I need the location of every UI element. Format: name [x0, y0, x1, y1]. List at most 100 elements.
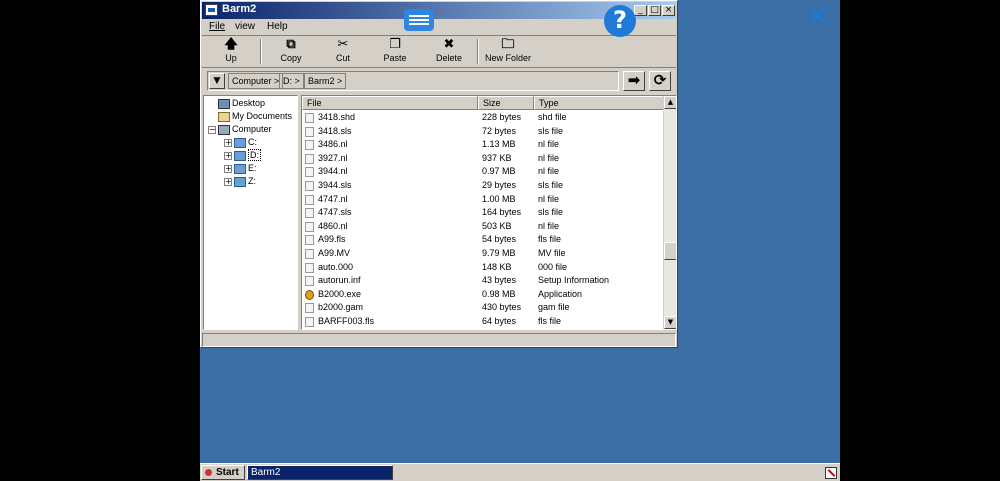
- refresh-icon[interactable]: ⟳: [649, 71, 671, 91]
- table-row[interactable]: 3927.nl 937 KB nl file: [302, 152, 664, 166]
- address-dropdown-icon[interactable]: ▼: [209, 73, 225, 89]
- drive-folder-icon: [234, 163, 246, 174]
- new-folder-button[interactable]: 🗀 New Folder: [480, 36, 536, 66]
- minimize-button[interactable]: _: [634, 5, 647, 16]
- file-rows: 3418.shd 228 bytes shd file 3418.sls 72 byte…: [302, 111, 664, 329]
- table-row[interactable]: 3418.sls 72 bytes sls file: [302, 125, 664, 139]
- expand-icon[interactable]: +: [224, 139, 232, 147]
- column-header-type[interactable]: Type: [534, 96, 664, 110]
- column-header-file[interactable]: File: [302, 96, 478, 110]
- file-size: 64 bytes: [482, 315, 517, 326]
- file-icon: [305, 221, 314, 232]
- tree-item-computer[interactable]: Computer: [218, 123, 272, 136]
- address-bar[interactable]: ▼ Computer > D: > Barm2 >: [207, 71, 619, 91]
- delete-x-icon: ✖: [443, 37, 455, 52]
- tree-item-my-documents[interactable]: My Documents: [218, 110, 292, 123]
- file-icon: [305, 167, 314, 178]
- copy-button[interactable]: ⧉ Copy: [262, 36, 320, 66]
- table-row[interactable]: b2000.gam 430 bytes gam file: [302, 301, 664, 315]
- file-name: 4860.nl: [318, 220, 348, 231]
- table-row[interactable]: 3944.nl 0.97 MB nl file: [302, 165, 664, 179]
- file-explorer-window: Barm2 _ □ × File view Help 🡅 Up ⧉ Copy ✂…: [200, 0, 678, 348]
- file-size: 54 bytes: [482, 234, 517, 245]
- tree-item-drive-e[interactable]: E:: [234, 162, 257, 175]
- drive-folder-icon: [234, 150, 246, 161]
- table-row[interactable]: 3486.nl 1.13 MB nl file: [302, 138, 664, 152]
- column-header-size[interactable]: Size: [478, 96, 534, 110]
- file-size: 937 KB: [482, 152, 512, 163]
- maximize-button[interactable]: □: [648, 5, 661, 16]
- table-row[interactable]: BARFF003.fls 64 bytes fls file: [302, 315, 664, 329]
- file-size: 0.97 MB: [482, 166, 516, 177]
- expand-icon[interactable]: +: [224, 178, 232, 186]
- table-row[interactable]: auto.000 148 KB 000 file: [302, 261, 664, 275]
- breadcrumb-d-drive[interactable]: D: >: [279, 73, 304, 89]
- toolbar-separator: [477, 39, 479, 64]
- file-icon: [305, 180, 314, 191]
- table-row[interactable]: 4747.sls 164 bytes sls file: [302, 206, 664, 220]
- expand-icon[interactable]: +: [224, 165, 232, 173]
- file-icon: [305, 248, 314, 259]
- menu-view[interactable]: view: [235, 21, 255, 32]
- file-icon: [305, 194, 314, 205]
- start-flag-icon: [205, 469, 212, 476]
- file-type: nl file: [538, 166, 560, 177]
- table-row[interactable]: 4860.nl 503 KB nl file: [302, 220, 664, 234]
- tree-item-drive-c[interactable]: C:: [234, 136, 257, 149]
- file-name: 3486.nl: [318, 139, 348, 150]
- file-type: sls file: [538, 125, 564, 136]
- cut-button[interactable]: ✂ Cut: [314, 36, 372, 66]
- up-button[interactable]: 🡅 Up: [202, 36, 260, 66]
- close-button[interactable]: ×: [662, 5, 675, 16]
- file-name: A99.MV: [318, 247, 351, 258]
- file-name: 3944.nl: [318, 166, 348, 177]
- table-row[interactable]: 4747.nl 1.00 MB nl file: [302, 193, 664, 207]
- keyboard-icon[interactable]: [404, 9, 434, 31]
- menu-file[interactable]: File: [209, 21, 225, 32]
- file-name: 4747.nl: [318, 193, 348, 204]
- tree-item-drive-z[interactable]: Z:: [234, 175, 256, 188]
- desktop-icon: [218, 98, 230, 109]
- file-icon: [305, 208, 314, 219]
- taskbar-item-barm2[interactable]: Barm2: [247, 465, 393, 480]
- expand-icon[interactable]: +: [224, 152, 232, 160]
- desktop: Barm2 _ □ × File view Help 🡅 Up ⧉ Copy ✂…: [200, 0, 840, 481]
- file-size: 1.00 MB: [482, 193, 516, 204]
- delete-button[interactable]: ✖ Delete: [420, 36, 478, 66]
- tray-network-icon[interactable]: [825, 467, 837, 479]
- breadcrumb-computer[interactable]: Computer >: [228, 73, 284, 89]
- table-row[interactable]: autorun.inf 43 bytes Setup Information: [302, 274, 664, 288]
- file-size: 148 KB: [482, 261, 512, 272]
- paste-button[interactable]: ❐ Paste: [366, 36, 424, 66]
- table-row[interactable]: 3418.shd 228 bytes shd file: [302, 111, 664, 125]
- table-row[interactable]: 3944.sls 29 bytes sls file: [302, 179, 664, 193]
- new-folder-icon: 🗀: [501, 37, 515, 52]
- menu-help[interactable]: Help: [267, 21, 288, 32]
- go-arrow-icon[interactable]: ➡: [623, 71, 645, 91]
- breadcrumb-barm2[interactable]: Barm2 >: [304, 73, 347, 89]
- file-size: 503 KB: [482, 220, 512, 231]
- scissors-icon: ✂: [337, 37, 349, 52]
- close-icon[interactable]: ✕: [806, 3, 830, 31]
- documents-icon: [218, 111, 230, 122]
- scrollbar-thumb[interactable]: [664, 242, 676, 260]
- scroll-up-icon[interactable]: ▲: [664, 96, 676, 109]
- table-row[interactable]: B2000.exe 0.98 MB Application: [302, 288, 664, 302]
- help-button[interactable]: ?: [604, 5, 636, 37]
- file-name: 4747.sls: [318, 207, 352, 218]
- tree-item-drive-d[interactable]: D:: [234, 149, 261, 162]
- start-button[interactable]: Start: [201, 465, 245, 480]
- vertical-scrollbar[interactable]: ▲ ▼: [663, 96, 676, 329]
- file-name: 3418.shd: [318, 112, 356, 122]
- app-window-icon: [205, 4, 218, 16]
- tree-item-desktop[interactable]: Desktop: [218, 97, 265, 110]
- table-row[interactable]: A99.MV 9.79 MB MV file: [302, 247, 664, 261]
- paste-icon: ❐: [389, 37, 401, 52]
- table-row[interactable]: A99.fls 54 bytes fls file: [302, 233, 664, 247]
- file-type: MV file: [538, 247, 566, 258]
- scroll-down-icon[interactable]: ▼: [664, 316, 676, 329]
- file-size: 430 bytes: [482, 302, 522, 313]
- file-type: Setup Information: [538, 275, 610, 286]
- file-icon: [305, 276, 314, 287]
- collapse-icon[interactable]: −: [208, 126, 216, 134]
